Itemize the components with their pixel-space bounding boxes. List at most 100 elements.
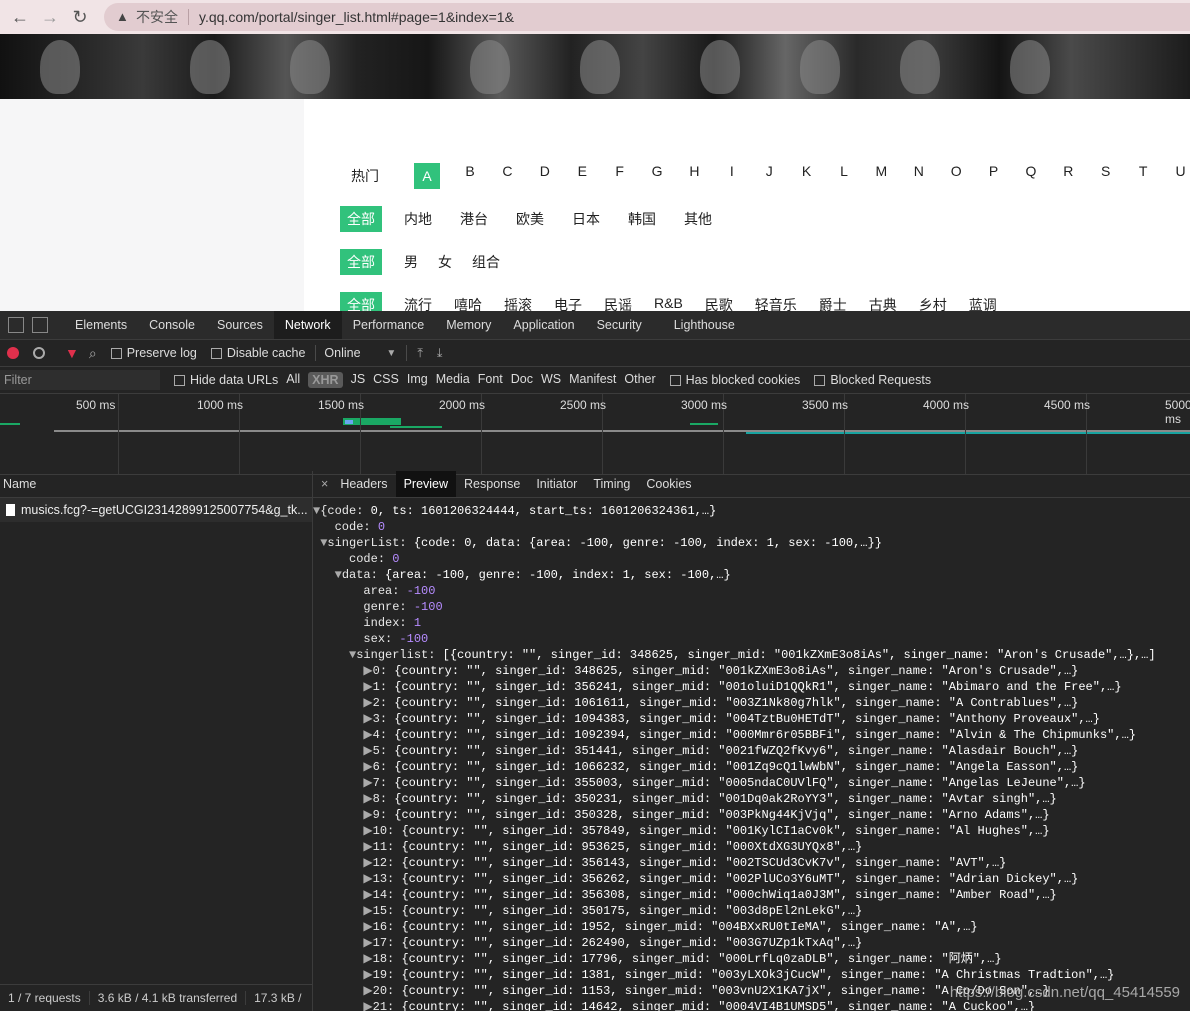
device-toolbar-icon[interactable] xyxy=(32,317,48,333)
reload-icon[interactable]: ↻ xyxy=(70,7,90,27)
detail-tab-preview[interactable]: Preview xyxy=(395,471,457,497)
letter-t[interactable]: T xyxy=(1124,163,1161,189)
json-line[interactable]: ▶13: {country: "", singer_id: 356262, si… xyxy=(313,871,1190,887)
detail-tab-cookies[interactable]: Cookies xyxy=(638,471,699,497)
letter-n[interactable]: N xyxy=(900,163,937,189)
json-line[interactable]: ▶2: {country: "", singer_id: 1061611, si… xyxy=(313,695,1190,711)
disable-cache-checkbox[interactable] xyxy=(210,347,222,359)
blocked-requests-checkbox[interactable] xyxy=(814,374,826,386)
json-line[interactable]: ▶9: {country: "", singer_id: 350328, sin… xyxy=(313,807,1190,823)
json-line[interactable]: ▶19: {country: "", singer_id: 1381, sing… xyxy=(313,967,1190,983)
letter-k[interactable]: K xyxy=(788,163,825,189)
close-icon[interactable]: × xyxy=(321,477,328,491)
genre-all[interactable]: 全部 xyxy=(340,292,382,311)
preserve-log-checkbox[interactable] xyxy=(110,347,122,359)
json-line[interactable]: ▼{code: 0, ts: 1601206324444, start_ts: … xyxy=(313,503,1190,519)
detail-tab-headers[interactable]: Headers xyxy=(332,471,395,497)
filter-icon[interactable]: ▼ xyxy=(65,345,79,361)
tab-network[interactable]: Network xyxy=(273,311,342,339)
letter-m[interactable]: M xyxy=(863,163,900,189)
json-line[interactable]: ▶12: {country: "", singer_id: 356143, si… xyxy=(313,855,1190,871)
tab-performance[interactable]: Performance xyxy=(342,311,436,339)
sex-item-2[interactable]: 组合 xyxy=(472,252,500,272)
letter-l[interactable]: L xyxy=(825,163,862,189)
json-line[interactable]: ▶15: {country: "", singer_id: 350175, si… xyxy=(313,903,1190,919)
letter-p[interactable]: P xyxy=(975,163,1012,189)
area-all[interactable]: 全部 xyxy=(340,206,382,232)
letter-o[interactable]: O xyxy=(937,163,974,189)
warning-icon[interactable]: ▲ xyxy=(116,9,132,25)
name-column-header[interactable]: Name xyxy=(0,471,312,498)
json-line[interactable]: ▶16: {country: "", singer_id: 1952, sing… xyxy=(313,919,1190,935)
tab-lighthouse[interactable]: Lighthouse xyxy=(663,311,746,339)
area-item-3[interactable]: 日本 xyxy=(572,209,600,229)
search-icon[interactable]: ⌕ xyxy=(89,345,97,362)
tab-sources[interactable]: Sources xyxy=(206,311,274,339)
letter-q[interactable]: Q xyxy=(1012,163,1049,189)
genre-item-1[interactable]: 嘻哈 xyxy=(454,295,482,311)
letter-s[interactable]: S xyxy=(1087,163,1124,189)
detail-tab-initiator[interactable]: Initiator xyxy=(528,471,585,497)
request-row[interactable]: musics.fcg?-=getUCGI23142899125007754&g_… xyxy=(0,498,312,522)
chevron-down-icon[interactable]: ▼ xyxy=(386,348,396,359)
filter-type-font[interactable]: Font xyxy=(478,372,503,388)
json-line[interactable]: ▶8: {country: "", singer_id: 350231, sin… xyxy=(313,791,1190,807)
letter-f[interactable]: F xyxy=(601,163,638,189)
filter-type-img[interactable]: Img xyxy=(407,372,428,388)
filter-type-all[interactable]: All xyxy=(286,372,300,388)
genre-item-9[interactable]: 古典 xyxy=(869,295,897,311)
tab-application[interactable]: Application xyxy=(502,311,585,339)
sex-all[interactable]: 全部 xyxy=(340,249,382,275)
letter-u[interactable]: U xyxy=(1162,163,1190,189)
import-har-icon[interactable]: ⤒ xyxy=(417,346,423,361)
json-line[interactable]: ▶3: {country: "", singer_id: 1094383, si… xyxy=(313,711,1190,727)
tab-memory[interactable]: Memory xyxy=(435,311,502,339)
filter-hot[interactable]: 热门 xyxy=(340,166,390,186)
blocked-cookies-checkbox[interactable] xyxy=(669,374,681,386)
url-text[interactable]: y.qq.com/portal/singer_list.html#page=1&… xyxy=(199,9,514,25)
tab-console[interactable]: Console xyxy=(138,311,206,339)
filter-type-doc[interactable]: Doc xyxy=(511,372,533,388)
json-line[interactable]: ▶5: {country: "", singer_id: 351441, sin… xyxy=(313,743,1190,759)
area-item-2[interactable]: 欧美 xyxy=(516,209,544,229)
tab-elements[interactable]: Elements xyxy=(64,311,138,339)
filter-type-js[interactable]: JS xyxy=(351,372,366,388)
insecure-label[interactable]: 不安全 xyxy=(136,7,178,27)
filter-type-ws[interactable]: WS xyxy=(541,372,561,388)
json-line[interactable]: ▼data: {area: -100, genre: -100, index: … xyxy=(313,567,1190,583)
genre-item-6[interactable]: 民歌 xyxy=(705,295,733,311)
address-bar[interactable]: ▲ 不安全 y.qq.com/portal/singer_list.html#p… xyxy=(104,3,1190,31)
genre-item-10[interactable]: 乡村 xyxy=(919,295,947,311)
letter-r[interactable]: R xyxy=(1050,163,1087,189)
filter-input[interactable]: Filter xyxy=(0,370,160,390)
letter-i[interactable]: I xyxy=(713,163,750,189)
inspect-icon[interactable] xyxy=(8,317,24,333)
letter-b[interactable]: B xyxy=(451,163,488,189)
genre-item-4[interactable]: 民谣 xyxy=(604,295,632,311)
genre-item-7[interactable]: 轻音乐 xyxy=(755,295,797,311)
genre-item-5[interactable]: R&B xyxy=(654,295,683,311)
letter-e[interactable]: E xyxy=(564,163,601,189)
json-line[interactable]: ▶0: {country: "", singer_id: 348625, sin… xyxy=(313,663,1190,679)
sex-item-0[interactable]: 男 xyxy=(404,252,418,272)
detail-tab-timing[interactable]: Timing xyxy=(585,471,638,497)
genre-item-3[interactable]: 电子 xyxy=(554,295,582,311)
json-line[interactable]: ▶10: {country: "", singer_id: 357849, si… xyxy=(313,823,1190,839)
genre-item-11[interactable]: 蓝调 xyxy=(969,295,997,311)
filter-type-xhr[interactable]: XHR xyxy=(308,372,343,388)
filter-type-manifest[interactable]: Manifest xyxy=(569,372,616,388)
record-icon[interactable] xyxy=(7,347,19,359)
hide-data-urls-checkbox[interactable] xyxy=(174,374,185,386)
json-line[interactable]: ▶11: {country: "", singer_id: 953625, si… xyxy=(313,839,1190,855)
json-line[interactable]: ▶7: {country: "", singer_id: 355003, sin… xyxy=(313,775,1190,791)
genre-item-2[interactable]: 摇滚 xyxy=(504,295,532,311)
clear-icon[interactable] xyxy=(33,347,45,359)
json-line[interactable]: ▼singerlist: [{country: "", singer_id: 3… xyxy=(313,647,1190,663)
area-item-4[interactable]: 韩国 xyxy=(628,209,656,229)
letter-a[interactable]: A xyxy=(414,163,440,189)
filter-type-css[interactable]: CSS xyxy=(373,372,399,388)
json-line[interactable]: ▶18: {country: "", singer_id: 17796, sin… xyxy=(313,951,1190,967)
filter-type-media[interactable]: Media xyxy=(436,372,470,388)
forward-arrow-icon[interactable]: → xyxy=(40,7,60,27)
json-line[interactable]: ▶1: {country: "", singer_id: 356241, sin… xyxy=(313,679,1190,695)
